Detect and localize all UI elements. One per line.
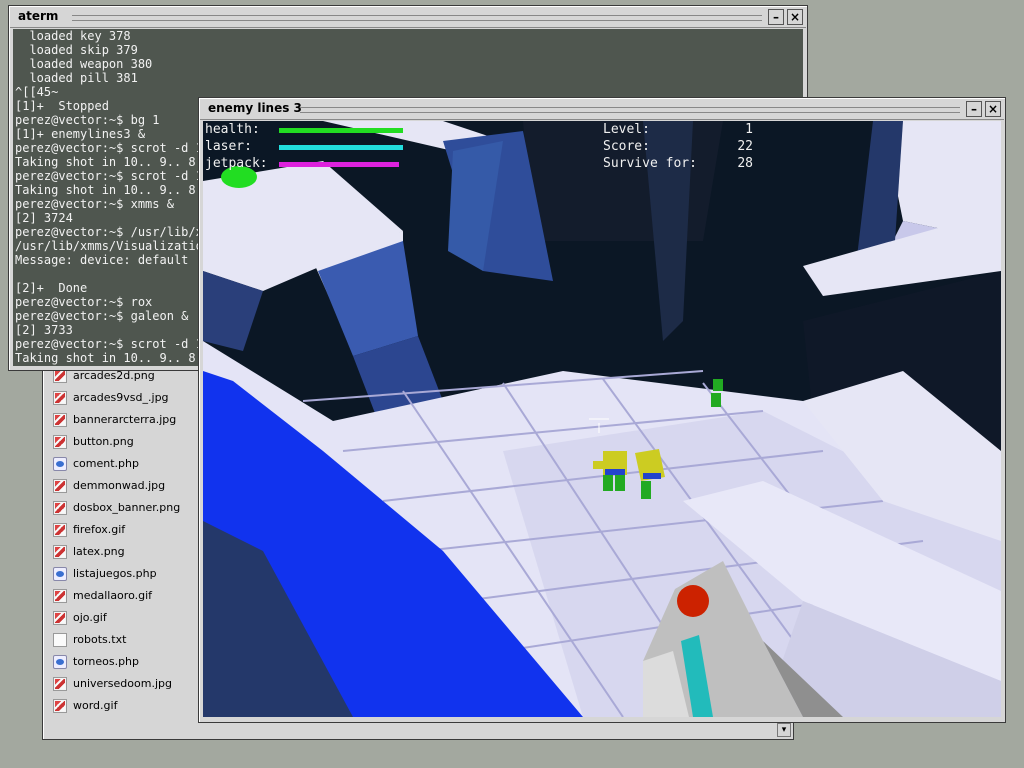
image-file-icon	[53, 413, 67, 427]
file-name: robots.txt	[73, 633, 127, 646]
file-name: medallaoro.gif	[73, 589, 153, 602]
terminal-line: loaded pill 381	[15, 71, 138, 85]
game-title: enemy lines 3	[208, 101, 302, 115]
image-file-icon	[53, 435, 67, 449]
image-file-icon	[53, 501, 67, 515]
close-button[interactable]: ×	[787, 9, 803, 25]
image-file-icon	[53, 589, 67, 603]
terminal-line: loaded key 378	[15, 29, 131, 43]
terminal-line: loaded weapon 380	[15, 57, 153, 71]
survive-value: 28	[737, 156, 753, 171]
level-value: 1	[745, 122, 753, 137]
file-name: torneos.php	[73, 655, 140, 668]
minimize-button[interactable]: –	[768, 9, 784, 25]
php-file-icon	[53, 457, 67, 471]
file-name: latex.png	[73, 545, 125, 558]
laser-label: laser:	[205, 139, 252, 154]
game-titlebar[interactable]: enemy lines 3 – ×	[200, 99, 1004, 120]
jetpack-bar	[279, 162, 399, 167]
score-label: Score:	[603, 139, 650, 154]
scroll-down-button[interactable]: ▾	[777, 723, 791, 737]
laser-bar	[279, 145, 403, 150]
titlebar-grip	[300, 107, 960, 113]
image-file-icon	[53, 523, 67, 537]
image-file-icon	[53, 677, 67, 691]
file-name: bannerarcterra.jpg	[73, 413, 177, 426]
health-label: health:	[205, 122, 260, 137]
file-name: demmonwad.jpg	[73, 479, 166, 492]
close-button[interactable]: ×	[985, 101, 1001, 117]
image-file-icon	[53, 479, 67, 493]
jetpack-label: jetpack:	[205, 156, 268, 171]
text-file-icon	[53, 633, 67, 647]
terminal-title: aterm	[18, 9, 59, 23]
file-name: button.png	[73, 435, 134, 448]
level-label: Level:	[603, 122, 650, 137]
health-bar	[279, 128, 403, 133]
file-name: arcades9vsd_.jpg	[73, 391, 169, 404]
php-file-icon	[53, 655, 67, 669]
file-name: listajuegos.php	[73, 567, 157, 580]
file-name: dosbox_banner.png	[73, 501, 181, 514]
image-file-icon	[53, 611, 67, 625]
image-file-icon	[53, 391, 67, 405]
game-viewport[interactable]: health: laser: jetpack: Level: Score: Su…	[203, 121, 1001, 717]
minimize-button[interactable]: –	[966, 101, 982, 117]
terminal-titlebar[interactable]: aterm – ×	[10, 7, 806, 28]
image-file-icon	[53, 699, 67, 713]
score-value: 22	[737, 139, 753, 154]
titlebar-grip	[72, 15, 762, 21]
game-scene: health: laser: jetpack: Level: Score: Su…	[203, 121, 1001, 717]
file-name: coment.php	[73, 457, 139, 470]
file-name: universedoom.jpg	[73, 677, 172, 690]
survive-label: Survive for:	[603, 156, 697, 171]
file-name: ojo.gif	[73, 611, 107, 624]
terminal-line: loaded skip 379	[15, 43, 138, 57]
file-name: firefox.gif	[73, 523, 126, 536]
image-file-icon	[53, 545, 67, 559]
file-name: word.gif	[73, 699, 118, 712]
image-file-icon	[53, 369, 67, 383]
game-window: enemy lines 3 – × health: laser: jetpack…	[198, 97, 1006, 723]
php-file-icon	[53, 567, 67, 581]
